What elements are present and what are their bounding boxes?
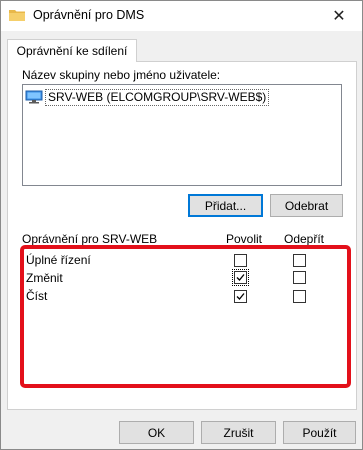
group-listbox[interactable]: SRV-WEB (ELCOMGROUP\SRV-WEB$) [22,84,342,186]
tab-label: Oprávnění ke sdílení [16,44,128,58]
deny-column-header: Odepřít [284,232,325,246]
ok-button-label: OK [147,425,166,440]
highlight-annotation [20,245,351,388]
allow-column-header: Povolit [226,232,263,246]
apply-button[interactable]: Použít [283,421,356,444]
tab-panel: Název skupiny nebo jméno uživatele: SRV-… [7,61,357,410]
cancel-button[interactable]: Zrušit [201,421,276,444]
title-bar: Oprávnění pro DMS ✕ [1,1,362,31]
tab-share-permissions[interactable]: Oprávnění ke sdílení [7,39,137,62]
add-button[interactable]: Přidat... [188,194,263,217]
remove-button[interactable]: Odebrat [270,194,343,217]
remove-button-label: Odebrat [284,198,329,213]
list-item-label: SRV-WEB (ELCOMGROUP\SRV-WEB$) [45,88,270,106]
group-list-label: Název skupiny nebo jméno uživatele: [22,68,221,82]
close-icon: ✕ [332,8,346,25]
cancel-button-label: Zrušit [223,425,254,440]
close-button[interactable]: ✕ [316,1,362,31]
permissions-header: Oprávnění pro SRV-WEB [22,232,158,246]
list-item[interactable]: SRV-WEB (ELCOMGROUP\SRV-WEB$) [25,88,337,106]
permissions-dialog: Oprávnění pro DMS ✕ Oprávnění ke sdílení… [0,0,363,450]
computer-icon [25,90,43,104]
folder-icon [9,10,25,21]
window-title: Oprávnění pro DMS [33,8,145,22]
apply-button-label: Použít [302,425,337,440]
add-button-label: Přidat... [204,198,247,213]
ok-button[interactable]: OK [119,421,194,444]
